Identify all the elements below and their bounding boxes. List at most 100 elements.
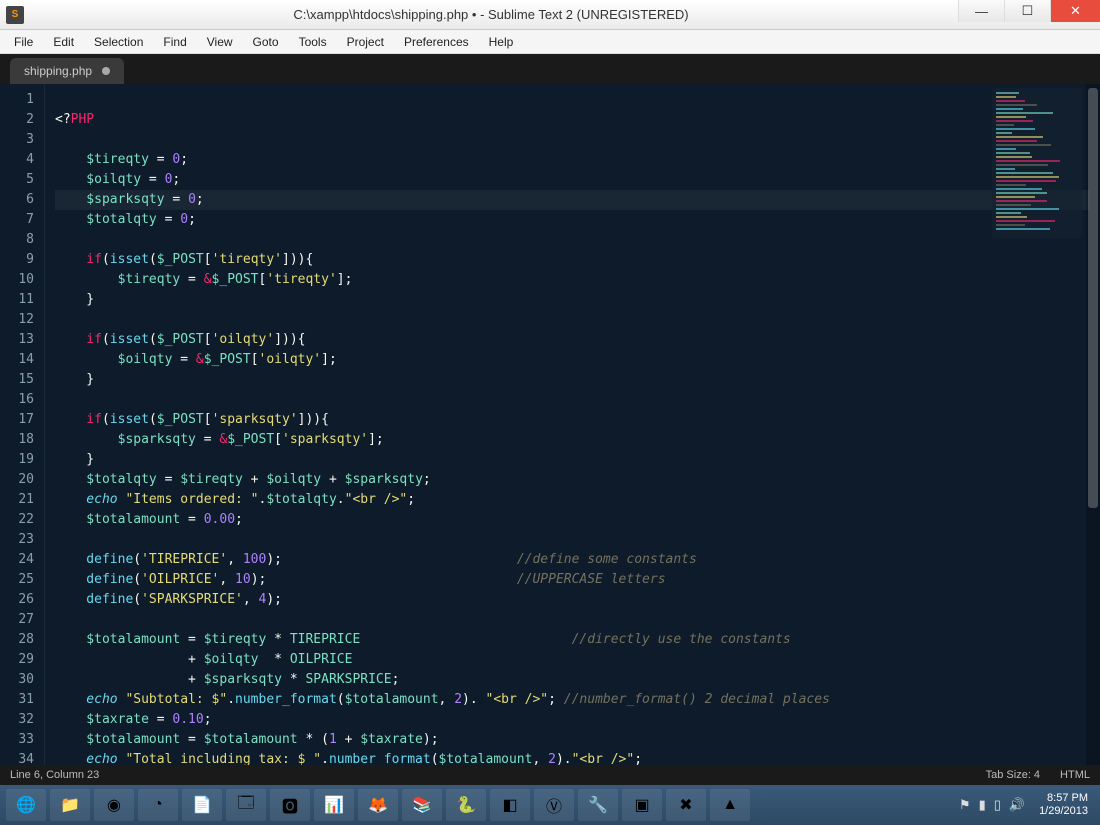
line-number: 13 (4, 330, 34, 350)
close-button[interactable]: ✕ (1050, 0, 1100, 22)
code-line[interactable] (55, 90, 1090, 110)
line-number: 12 (4, 310, 34, 330)
menu-view[interactable]: View (197, 32, 243, 52)
code-line[interactable]: <?PHP (55, 110, 1090, 130)
minimap[interactable] (992, 88, 1082, 238)
window-controls: — ☐ ✕ (958, 0, 1100, 29)
line-number: 29 (4, 650, 34, 670)
taskbar-winexp-icon[interactable]: 🗔 (226, 789, 266, 821)
code-line[interactable]: + $oilqty * OILPRICE (55, 650, 1090, 670)
menu-tools[interactable]: Tools (289, 32, 337, 52)
code-line[interactable] (55, 530, 1090, 550)
code-line[interactable]: } (55, 290, 1090, 310)
vertical-scrollbar[interactable] (1086, 84, 1100, 765)
tray-flag-icon[interactable]: ⚑ (959, 797, 971, 813)
code-line[interactable]: $totalqty = $tireqty + $oilqty + $sparks… (55, 470, 1090, 490)
menu-project[interactable]: Project (337, 32, 394, 52)
taskbar-opera-icon[interactable]: 🅾 (270, 789, 310, 821)
editor: 1234567891011121314151617181920212223242… (0, 84, 1100, 765)
clock[interactable]: 8:57 PM 1/29/2013 (1033, 792, 1094, 818)
code-line[interactable]: define('SPARKSPRICE', 4); (55, 590, 1090, 610)
line-number: 20 (4, 470, 34, 490)
code-line[interactable]: + $sparksqty * SPARKSPRICE; (55, 670, 1090, 690)
taskbar-tool-icon[interactable]: 🔧 (578, 789, 618, 821)
code-area[interactable]: <?PHP $tireqty = 0; $oilqty = 0; $sparks… (45, 84, 1100, 765)
code-line[interactable]: $sparksqty = 0; (55, 190, 1090, 210)
taskbar-adobe-icon[interactable]: ▲ (710, 789, 750, 821)
code-line[interactable]: $totalamount = 0.00; (55, 510, 1090, 530)
line-number: 11 (4, 290, 34, 310)
menu-find[interactable]: Find (153, 32, 196, 52)
taskbar-lib-icon[interactable]: 📚 (402, 789, 442, 821)
taskbar-excel-icon[interactable]: 📊 (314, 789, 354, 821)
scrollbar-thumb[interactable] (1088, 88, 1098, 508)
taskbar-sublime2-icon[interactable]: ▣ (622, 789, 662, 821)
line-number: 22 (4, 510, 34, 530)
line-number: 14 (4, 350, 34, 370)
menu-edit[interactable]: Edit (43, 32, 84, 52)
code-line[interactable]: $totalqty = 0; (55, 210, 1090, 230)
code-line[interactable] (55, 610, 1090, 630)
menu-file[interactable]: File (4, 32, 43, 52)
code-line[interactable] (55, 230, 1090, 250)
line-number: 28 (4, 630, 34, 650)
code-line[interactable]: if(isset($_POST['oilqty'])){ (55, 330, 1090, 350)
line-number: 10 (4, 270, 34, 290)
tab-shipping[interactable]: shipping.php (10, 58, 124, 84)
taskbar-chrome-icon[interactable]: ◉ (94, 789, 134, 821)
menu-selection[interactable]: Selection (84, 32, 153, 52)
code-line[interactable]: } (55, 370, 1090, 390)
code-line[interactable]: echo "Items ordered: ".$totalqty."<br />… (55, 490, 1090, 510)
code-line[interactable]: if(isset($_POST['sparksqty'])){ (55, 410, 1090, 430)
line-number: 19 (4, 450, 34, 470)
line-number: 15 (4, 370, 34, 390)
taskbar-xampp-icon[interactable]: ✖ (666, 789, 706, 821)
code-line[interactable]: define('TIREPRICE', 100); //define some … (55, 550, 1090, 570)
code-line[interactable] (55, 390, 1090, 410)
taskbar-word-icon[interactable]: 📄 (182, 789, 222, 821)
code-line[interactable]: $totalamount = $tireqty * TIREPRICE //di… (55, 630, 1090, 650)
menu-help[interactable]: Help (479, 32, 524, 52)
taskbar-vpn-icon[interactable]: Ⓥ (534, 789, 574, 821)
code-line[interactable] (55, 310, 1090, 330)
code-line[interactable]: if(isset($_POST['tireqty'])){ (55, 250, 1090, 270)
code-line[interactable]: $oilqty = 0; (55, 170, 1090, 190)
tabbar: shipping.php (0, 54, 1100, 84)
code-line[interactable]: $tireqty = 0; (55, 150, 1090, 170)
taskbar-python-icon[interactable]: 🐍 (446, 789, 486, 821)
line-number: 4 (4, 150, 34, 170)
tray-volume-icon[interactable]: 🔊 (1009, 797, 1025, 813)
taskbar-firefox-icon[interactable]: 🦊 (358, 789, 398, 821)
line-number: 1 (4, 90, 34, 110)
code-line[interactable]: echo "Total including tax: $ ".number_fo… (55, 750, 1090, 765)
line-number: 21 (4, 490, 34, 510)
line-number: 24 (4, 550, 34, 570)
tray-network-icon[interactable]: ▯ (994, 797, 1001, 813)
code-line[interactable]: $tireqty = &$_POST['tireqty']; (55, 270, 1090, 290)
taskbar-sublime-icon[interactable]: ◧ (490, 789, 530, 821)
line-number: 6 (4, 190, 34, 210)
code-line[interactable] (55, 130, 1090, 150)
code-line[interactable]: } (55, 450, 1090, 470)
taskbar-eclipse-icon[interactable]: ◔ (138, 789, 178, 821)
menu-preferences[interactable]: Preferences (394, 32, 479, 52)
code-line[interactable]: $totalamount = $totalamount * (1 + $taxr… (55, 730, 1090, 750)
taskbar-ie-icon[interactable]: 🌐 (6, 789, 46, 821)
line-number: 26 (4, 590, 34, 610)
dirty-indicator-icon (102, 67, 110, 75)
minimize-button[interactable]: — (958, 0, 1004, 22)
tab-size-indicator[interactable]: Tab Size: 4 (986, 769, 1040, 781)
code-line[interactable]: $oilqty = &$_POST['oilqty']; (55, 350, 1090, 370)
maximize-button[interactable]: ☐ (1004, 0, 1050, 22)
code-line[interactable]: define('OILPRICE', 10); //UPPERCASE lett… (55, 570, 1090, 590)
code-line[interactable]: $sparksqty = &$_POST['sparksqty']; (55, 430, 1090, 450)
menu-goto[interactable]: Goto (243, 32, 289, 52)
app-icon: S (6, 6, 24, 24)
code-line[interactable]: $taxrate = 0.10; (55, 710, 1090, 730)
syntax-indicator[interactable]: HTML (1060, 769, 1090, 781)
line-number: 3 (4, 130, 34, 150)
cursor-position: Line 6, Column 23 (10, 769, 99, 781)
code-line[interactable]: echo "Subtotal: $".number_format($totala… (55, 690, 1090, 710)
taskbar-explorer-icon[interactable]: 📁 (50, 789, 90, 821)
tray-battery-icon[interactable]: ▮ (979, 797, 986, 813)
